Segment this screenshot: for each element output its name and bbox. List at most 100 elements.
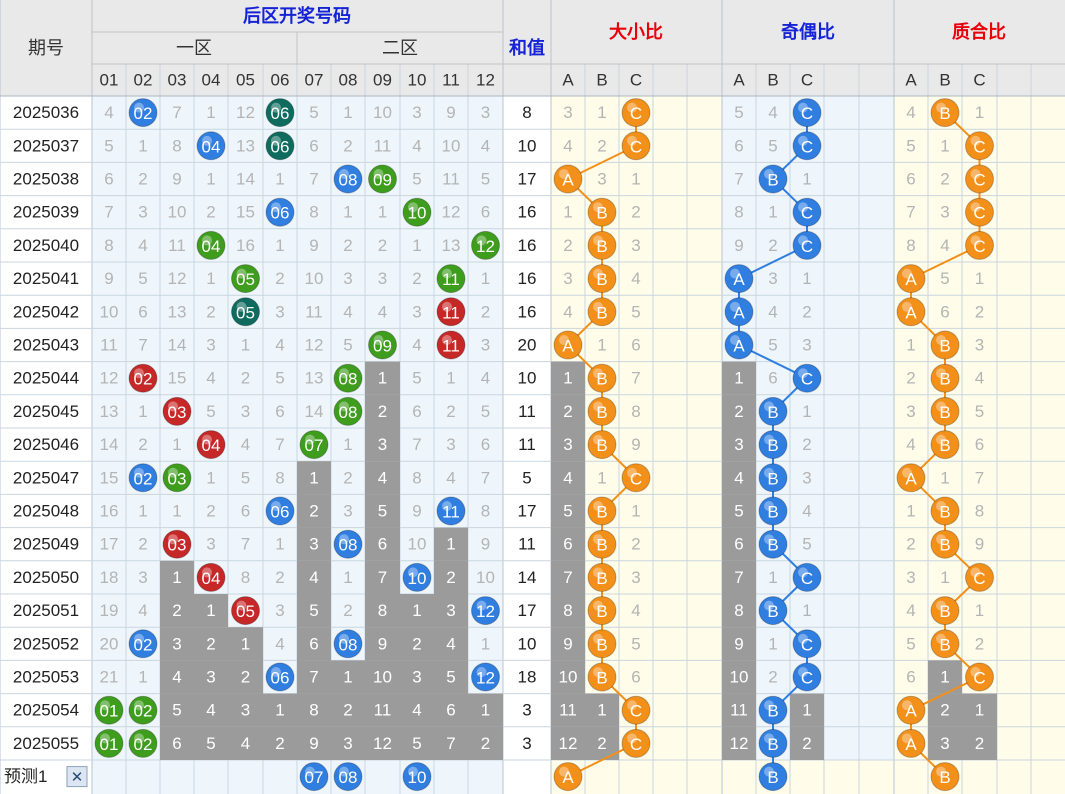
prime-ratio-ball-label: C <box>973 137 985 156</box>
number-column-header: 10 <box>408 71 427 90</box>
miss-count: 10 <box>442 136 461 155</box>
drawn-number-ball: 12 <box>471 230 500 260</box>
size-miss-count: 5 <box>631 302 640 321</box>
miss-count: 2 <box>138 435 147 454</box>
drawn-number-ball: 02 <box>128 98 158 128</box>
parity-ratio-ball: C <box>792 98 822 128</box>
miss-count: 13 <box>305 369 324 388</box>
drawn-number-ball-label: 04 <box>202 237 221 256</box>
drawn-number-ball: 08 <box>333 529 363 559</box>
miss-count: 2 <box>241 668 250 687</box>
miss-count: 5 <box>309 601 318 620</box>
miss-count: 9 <box>481 535 490 554</box>
parity-miss-count: 8 <box>734 601 743 620</box>
prime-ratio-ball-label: C <box>973 171 985 190</box>
drawn-number-ball: 11 <box>436 264 466 294</box>
miss-count: 1 <box>446 369 455 388</box>
number-column-header: 05 <box>236 71 255 90</box>
size-ratio-ball-label: B <box>596 237 607 256</box>
drawn-number-ball: 05 <box>231 264 260 294</box>
miss-count: 3 <box>481 103 490 122</box>
prime-miss-count: 7 <box>906 203 915 222</box>
miss-count: 14 <box>168 336 187 355</box>
size-miss-count: 3 <box>597 170 606 189</box>
miss-count: 2 <box>172 601 181 620</box>
issue-number: 2025050 <box>13 568 79 587</box>
parity-ratio-ball-label: C <box>801 635 813 654</box>
drawn-number-ball-label: 11 <box>442 337 460 356</box>
miss-count: 13 <box>442 236 461 255</box>
miss-count: 1 <box>343 435 352 454</box>
drawn-number-ball-label: 05 <box>236 303 255 322</box>
drawn-number-ball-label: 06 <box>271 503 290 522</box>
parity-ratio-ball-label: A <box>733 270 745 289</box>
miss-count: 6 <box>481 435 490 454</box>
miss-count: 1 <box>138 502 147 521</box>
prime-miss-count: 6 <box>906 170 915 189</box>
miss-count: 14 <box>100 435 119 454</box>
miss-count: 5 <box>206 402 215 421</box>
parity-miss-count: 7 <box>734 170 743 189</box>
issue-number: 2025047 <box>13 468 79 487</box>
drawn-number-ball-label: 04 <box>202 436 221 455</box>
size-ratio-ball-label: C <box>630 137 642 156</box>
miss-count: 2 <box>378 236 387 255</box>
prime-miss-count: 1 <box>975 701 984 720</box>
miss-count: 1 <box>412 236 421 255</box>
prime-miss-count: 1 <box>940 568 949 587</box>
sum-value: 17 <box>518 502 537 521</box>
size-ratio-ball: C <box>621 463 651 493</box>
prime-ratio-ball: C <box>965 197 994 227</box>
parity-ratio-ball: B <box>758 463 788 493</box>
sum-value: 17 <box>518 170 537 189</box>
prime-ratio-ball: B <box>930 629 960 659</box>
lottery-trend-chart: 期号 后区开奖号码一区 二区 和值 大小比 奇偶比 质合比 01 02 03 04 05 06 07 08 0… <box>0 0 1065 794</box>
size-miss-count: 1 <box>597 701 606 720</box>
prime-ratio-ball: A <box>896 463 926 493</box>
predict-label: 预测1 <box>4 767 47 786</box>
miss-count: 2 <box>275 568 284 587</box>
miss-count: 12 <box>168 269 187 288</box>
parity-ratio-ball-label: B <box>767 403 778 422</box>
drawn-number-ball: 06 <box>265 131 295 161</box>
prime-ratio-ball-label: A <box>905 735 917 754</box>
miss-count: 1 <box>172 435 181 454</box>
size-ratio-ball: B <box>587 629 617 659</box>
miss-count: 4 <box>309 568 318 587</box>
sum-value: 8 <box>522 103 531 122</box>
issue-number: 2025036 <box>13 103 79 122</box>
number-column-header: 02 <box>134 71 153 90</box>
miss-count: 2 <box>206 302 215 321</box>
drawn-number-ball: 02 <box>128 363 158 393</box>
miss-count: 4 <box>412 336 421 355</box>
prime-ratio-ball: A <box>896 695 926 725</box>
drawn-number-ball: 10 <box>402 562 432 592</box>
prime-miss-count: 2 <box>940 170 949 189</box>
miss-count: 7 <box>446 734 455 753</box>
miss-count: 21 <box>100 668 119 687</box>
size-miss-count: 1 <box>563 203 572 222</box>
size-ratio-ball-label: B <box>596 370 607 389</box>
miss-count: 4 <box>172 668 181 687</box>
parity-miss-count: 1 <box>802 701 811 720</box>
drawn-number-ball-label: 05 <box>236 602 255 621</box>
miss-count: 5 <box>446 668 455 687</box>
miss-count: 1 <box>343 568 352 587</box>
miss-count: 11 <box>168 236 186 255</box>
miss-count: 9 <box>446 103 455 122</box>
drawn-number-ball-label: 05 <box>236 270 255 289</box>
parity-miss-count: 2 <box>768 668 777 687</box>
parity-miss-count: 6 <box>734 136 743 155</box>
size-ratio-ball: A <box>553 330 583 360</box>
size-column-header: B <box>596 71 607 90</box>
size-ratio-header: 大小比 <box>609 21 663 42</box>
size-ratio-ball: B <box>587 297 617 327</box>
miss-count: 8 <box>172 136 181 155</box>
size-miss-count: 1 <box>597 336 606 355</box>
drawn-number-ball-label: 09 <box>373 337 392 356</box>
prime-ratio-ball-label: C <box>973 669 985 688</box>
parity-ratio-ball: B <box>758 430 788 460</box>
drawn-number-ball: 04 <box>196 562 226 592</box>
number-column-header: 01 <box>100 71 119 90</box>
size-ratio-ball: B <box>587 230 617 260</box>
